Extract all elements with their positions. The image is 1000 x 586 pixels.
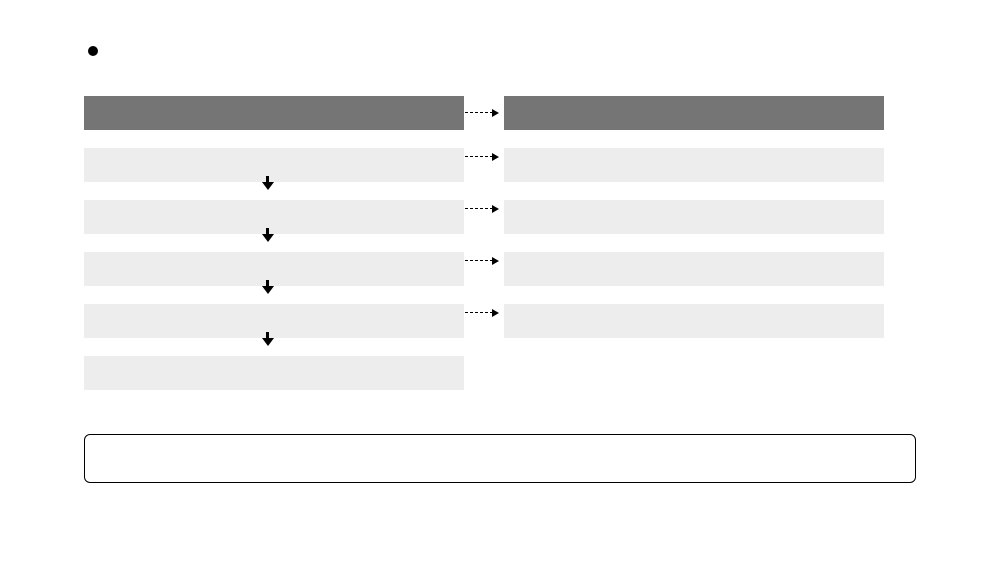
right-header-box [504,96,884,130]
note-box [84,434,916,483]
left-row-3 [84,304,464,338]
left-column [84,96,464,408]
right-row-0 [504,148,884,182]
flow-diagram [84,96,916,386]
left-row-4 [84,356,464,390]
right-row-2 [504,252,884,286]
left-row-1 [84,200,464,234]
right-row-1 [504,200,884,234]
right-column [504,96,884,356]
bullet-icon [88,46,98,56]
left-row-2 [84,252,464,286]
right-row-3 [504,304,884,338]
left-row-0 [84,148,464,182]
left-header-box [84,96,464,130]
